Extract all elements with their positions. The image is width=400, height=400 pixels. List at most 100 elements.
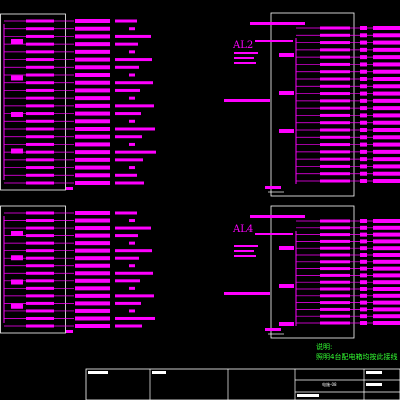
panel-al4-breaker-10 [320,280,350,284]
panel-al2-circuit-label-13 [373,113,400,118]
panel-al2-breaker-16 [320,135,350,139]
panel-al2-circuit-tag-8 [360,77,367,81]
box-3-load-label-4 [115,234,138,238]
panel-al2-circuit-label-10 [373,91,400,96]
box-3-load-label-15 [115,316,155,320]
box-1-breaker-20 [26,166,54,170]
box-1-circuit-label-3 [75,34,110,39]
panel-al2-breaker-9 [320,84,350,88]
box-1-load-label-13 [115,112,141,116]
panel-al2-breaker-10 [320,92,350,96]
panel-al4-circuit-label-8 [373,266,400,271]
panel-al4-circuit-tag-2 [360,225,367,230]
panel-al2-breaker-13 [320,113,350,117]
box-1-load-label-9 [115,81,153,85]
panel-al2-breaker-14 [320,121,350,125]
box-1-load-label-21 [115,173,137,177]
panel-al2-circuit-tag-17 [360,142,367,147]
title-block-drawing-no: 电施-08 [322,382,337,387]
box-3-breaker-5 [26,241,54,245]
panel-al4-circuit-label-10 [373,280,400,285]
box-1-load-label-1 [115,19,137,23]
box-1-load-tag-17 [129,142,135,146]
panel-al4-breaker-12 [320,294,350,298]
panel-al2-circuit-label-17 [373,142,400,147]
box-3-circuit-label-6 [75,248,110,253]
panel-al2-circuit-tag-1 [360,26,367,30]
panel-al2-circuit-label-15 [373,128,400,132]
box-1-breaker-4 [26,42,54,46]
box-3-circuit-label-16 [75,324,110,328]
box-1-circuit-label-4 [75,42,110,47]
panel-al2-circuit-tag-16 [360,135,367,140]
box-3-load-label-16 [115,324,142,328]
panel-al2-circuit-tag-22 [360,179,367,183]
box-1-circuit-label-13 [75,111,110,116]
panel-al4-breaker-15 [320,314,350,318]
box-1-circuit-label-11 [75,96,110,101]
box-3-circuit-label-1 [75,211,110,215]
box-1-phase-block-2 [11,75,23,81]
box-1-breaker-3 [26,34,54,38]
panel-al2-circuit-label-18 [373,149,400,154]
box-1-breaker-22 [26,181,54,185]
panel-al4-spec-line-2 [234,245,258,247]
panel-al4-circuit-tag-15 [360,314,367,319]
panel-al2-breaker-15 [320,128,350,132]
panel-al4-circuit-label-9 [373,273,400,278]
title-block-frame [85,368,400,400]
panel-al2-breaker-19 [320,157,350,161]
box-1-load-tag-11 [129,96,135,100]
panel-al4-circuit-label-13 [373,300,400,305]
panel-al4-breaker-5 [320,246,350,250]
box-3-breaker-14 [26,309,54,313]
panel-al4-breaker-3 [320,233,350,237]
box-3-load-label-13 [115,301,141,305]
box-1-load-tag-20 [129,166,135,170]
panel-al2-breaker-2 [320,33,350,37]
box-1-circuit-label-15 [75,127,110,131]
box-1-circuit-label-9 [75,80,110,85]
box-1-breaker-11 [26,96,54,100]
panel-al4-circuit-label-11 [373,287,400,291]
panel-al2-spec-line-3 [234,57,254,59]
box-1-outgoing-cable [66,187,73,190]
box-3-phase-block-3 [11,279,23,285]
panel-al2-breaker-11 [320,99,350,103]
panel-al2-header-label [250,22,305,25]
panel-al4-circuit-label-5 [373,246,400,251]
panel-al4-circuit-tag-14 [360,307,367,312]
panel-al2-breaker-8 [320,77,350,81]
panel-al2-spec-line-4 [234,62,256,64]
panel-al2-circuit-label-8 [373,77,400,81]
panel-al4-breaker-13 [320,301,350,305]
panel-al4-circuit-tag-5 [360,246,367,251]
title-block-logo-bar [88,371,108,374]
box-1-breaker-18 [26,150,54,154]
panel-al2-circuit-label-2 [373,33,400,38]
box-3-circuit-label-3 [75,226,110,231]
panel-al4-ground-symbol [265,328,281,331]
box-1-circuit-label-18 [75,150,110,155]
box-1-load-label-19 [115,158,143,162]
panel-al2-circuit-tag-9 [360,84,367,89]
panel-al2-ground-symbol [265,186,281,189]
box-1-circuit-label-8 [75,73,110,77]
box-3-breaker-15 [26,316,54,320]
box-1-load-label-7 [115,65,139,69]
box-1-breaker-9 [26,81,54,85]
panel-al2-circuit-label-9 [373,84,400,89]
box-1-breaker-19 [26,158,54,162]
box-3-breaker-9 [26,271,54,275]
panel-al2-breaker-7 [320,70,350,74]
box-1-load-tag-14 [129,119,135,123]
box-3-load-label-6 [115,249,152,253]
box-3-breaker-6 [26,249,54,253]
panel-al2-circuit-tag-15 [360,128,367,132]
panel-al2-circuit-tag-11 [360,98,367,103]
box-1-breaker-10 [26,88,54,92]
panel-al4-circuit-tag-11 [360,287,367,291]
panel-al2-spec-line-2 [234,52,258,54]
box-1-breaker-6 [26,58,54,62]
panel-al2-breaker-1 [320,26,350,30]
